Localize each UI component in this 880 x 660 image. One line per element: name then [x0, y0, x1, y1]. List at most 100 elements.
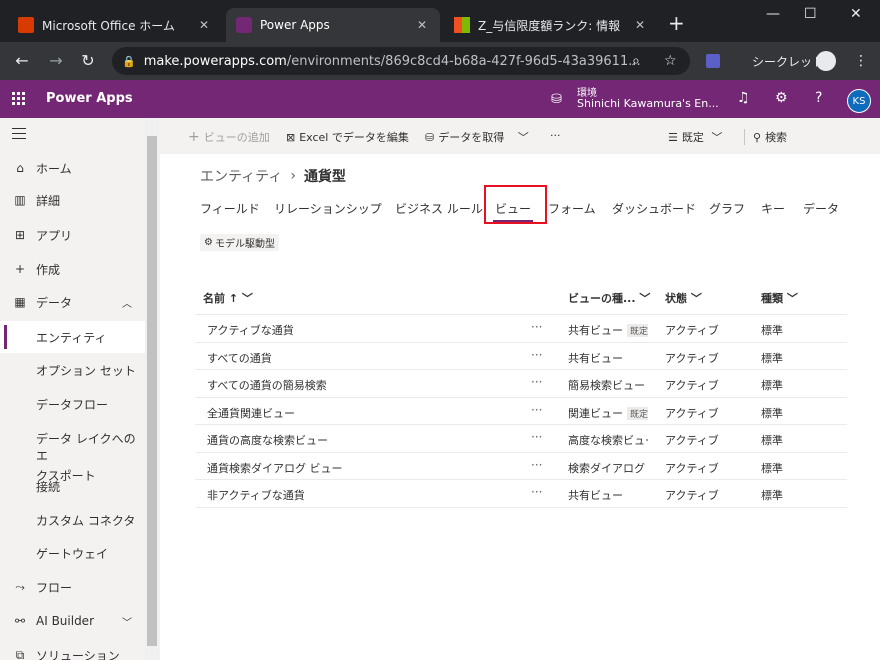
browser-tab-title: Power Apps — [260, 18, 330, 32]
close-icon[interactable]: ✕ — [196, 18, 212, 32]
zoom-icon[interactable]: ⌕ — [632, 53, 640, 69]
extension-icon[interactable] — [706, 54, 720, 68]
row-name[interactable]: 通貨検索ダイアログ ビュー — [207, 460, 507, 476]
gear-icon: ⚙ — [204, 237, 213, 248]
browser-tab-credit[interactable]: Z_与信限度額ランク: 情報（全 ✕ — [444, 8, 658, 42]
scrollbar-thumb[interactable] — [147, 136, 157, 646]
row-name[interactable]: 非アクティブな通貨 — [207, 487, 507, 503]
tab-dashboards[interactable]: ダッシュボード — [612, 200, 696, 217]
row-more-button[interactable]: ··· — [531, 320, 542, 334]
back-button[interactable]: ← — [12, 51, 32, 70]
nav-label: アプリ — [36, 228, 73, 243]
nav-export-datalake[interactable]: データ レイクへのエ クスポート — [0, 422, 145, 483]
nav-ai-builder[interactable]: ⚯ AI Builder ﹀ — [0, 605, 145, 637]
nav-custom-connectors[interactable]: カスタム コネクタ — [0, 504, 145, 536]
nav-label: ホーム — [36, 161, 72, 176]
settings-dropdown[interactable]: ☰ 既定 ﹀ — [668, 129, 722, 145]
hamburger-icon[interactable] — [12, 128, 26, 143]
column-header-type[interactable]: 種類 ﹀ — [761, 290, 798, 306]
star-icon[interactable]: ☆ — [664, 53, 677, 69]
table-row[interactable]: すべての通貨の簡易検索 ··· 簡易検索ビュー アクティブ 標準 — [195, 370, 847, 398]
table-row[interactable]: 通貨の高度な検索ビュー ··· 高度な検索ビュー アクティブ 標準 — [195, 425, 847, 453]
tab-forms[interactable]: フォーム — [548, 200, 596, 217]
column-header-status[interactable]: 状態 ﹀ — [665, 290, 702, 306]
nav-connections[interactable]: 接続 — [0, 470, 145, 502]
app-title[interactable]: Power Apps — [46, 91, 133, 106]
reload-button[interactable]: ↻ — [78, 51, 98, 70]
row-more-button[interactable]: ··· — [531, 375, 542, 389]
plus-icon: + — [188, 129, 200, 145]
tab-charts[interactable]: グラフ — [709, 200, 745, 217]
grid-header: 名前 ↑ ﹀ ビューの種... ﹀ 状態 ﹀ 種類 ﹀ — [195, 285, 847, 315]
address-bar[interactable]: 🔒 make.powerapps.com /environments/869c8… — [112, 47, 690, 75]
nav-option-sets[interactable]: オプション セット — [0, 354, 145, 386]
tab-data[interactable]: データ — [803, 200, 839, 217]
browser-tab-office[interactable]: Microsoft Office ホーム ✕ — [8, 8, 222, 42]
row-more-button[interactable]: ··· — [531, 458, 542, 472]
tab-relationships[interactable]: リレーションシップ — [274, 200, 382, 217]
edit-excel-label: Excel でデータを編集 — [299, 131, 409, 144]
close-icon[interactable]: ✕ — [414, 18, 430, 32]
new-tab-button[interactable]: + — [668, 13, 685, 33]
more-commands-button[interactable]: ··· — [550, 129, 561, 142]
menu-icon[interactable]: ⋮ — [854, 53, 868, 69]
row-status: アクティブ — [665, 351, 719, 365]
row-name[interactable]: アクティブな通貨 — [207, 322, 507, 338]
row-more-button[interactable]: ··· — [531, 403, 542, 417]
window-close-button[interactable]: ✕ — [850, 6, 862, 22]
url-path: /environments/869c8cd4-b68a-427f-96d5-43… — [286, 53, 641, 69]
tab-fields[interactable]: フィールド — [200, 200, 260, 217]
environment-name[interactable]: Shinichi Kawamura's En... — [577, 97, 719, 110]
row-name[interactable]: すべての通貨の簡易検索 — [207, 377, 507, 393]
settings-label: 既定 — [681, 131, 704, 144]
row-more-button[interactable]: ··· — [531, 430, 542, 444]
nav-apps[interactable]: ⊞ アプリ — [0, 219, 145, 251]
browser-tab-powerapps[interactable]: Power Apps ✕ — [226, 8, 440, 42]
table-row[interactable]: 非アクティブな通貨 ··· 共有ビュー アクティブ 標準 — [195, 480, 847, 508]
bell-icon[interactable]: ♫ — [737, 90, 750, 106]
tab-business-rules[interactable]: ビジネス ルール — [395, 200, 483, 217]
table-row[interactable]: 通貨検索ダイアログ ビュー ··· 検索ダイアログ アクティブ 標準 — [195, 453, 847, 480]
maximize-button[interactable]: ☐ — [804, 6, 817, 22]
row-name[interactable]: すべての通貨 — [207, 350, 507, 366]
column-header-name[interactable]: 名前 ↑ ﹀ — [203, 290, 253, 306]
forward-button[interactable]: → — [46, 51, 66, 70]
breadcrumb-entities[interactable]: エンティティ — [200, 166, 282, 186]
row-more-button[interactable]: ··· — [531, 485, 542, 499]
excel-icon: ⊠ — [286, 131, 296, 144]
nav-entities[interactable]: エンティティ — [0, 321, 145, 353]
help-icon[interactable]: ? — [815, 90, 822, 106]
table-row[interactable]: アクティブな通貨 ··· 共有ビュー 既定 アクティブ 標準 — [195, 315, 847, 343]
search-box[interactable]: ⚲ 検索 — [744, 129, 787, 145]
close-icon[interactable]: ✕ — [632, 18, 648, 32]
chevron-down-icon: ﹀ — [122, 617, 132, 629]
nav-label: 詳細 — [36, 193, 61, 208]
edit-in-excel-button[interactable]: ⊠ Excel でデータを編集 — [286, 129, 409, 145]
add-view-button[interactable]: + ビューの追加 — [188, 129, 270, 145]
nav-data[interactable]: ▦ データ ︿ — [0, 286, 145, 318]
windows-icon — [454, 17, 470, 33]
avatar[interactable]: KS — [847, 89, 871, 113]
tab-keys[interactable]: キー — [761, 200, 785, 217]
minimize-button[interactable]: — — [766, 6, 780, 22]
row-more-button[interactable]: ··· — [531, 348, 542, 362]
nav-solutions[interactable]: ⧉ ソリューション — [0, 639, 145, 660]
sidebar-scrollbar[interactable] — [145, 118, 159, 660]
table-row[interactable]: すべての通貨 ··· 共有ビュー アクティブ 標準 — [195, 343, 847, 370]
nav-learn[interactable]: ▥ 詳細 — [0, 184, 145, 216]
nav-gateways[interactable]: ゲートウェイ — [0, 537, 145, 569]
incognito-icon[interactable] — [816, 51, 836, 71]
nav-flows[interactable]: ⤳ フロー — [0, 571, 145, 603]
row-name[interactable]: 通貨の高度な検索ビュー — [207, 432, 507, 448]
row-status: アクティブ — [665, 461, 719, 475]
app-launcher-icon[interactable] — [12, 92, 26, 106]
gear-icon[interactable]: ⚙ — [775, 90, 788, 106]
row-name[interactable]: 全通貨関連ビュー — [207, 405, 507, 421]
header-label: ビューの種... — [568, 292, 636, 305]
nav-dataflows[interactable]: データフロー — [0, 388, 145, 420]
nav-home[interactable]: ⌂ ホーム — [0, 152, 145, 184]
nav-create[interactable]: + 作成 — [0, 253, 145, 285]
get-data-button[interactable]: ⛁ データを取得 ﹀ — [425, 129, 529, 145]
column-header-view-type[interactable]: ビューの種... ﹀ — [568, 290, 650, 306]
table-row[interactable]: 全通貨関連ビュー ··· 関連ビュー 既定 アクティブ 標準 — [195, 398, 847, 425]
